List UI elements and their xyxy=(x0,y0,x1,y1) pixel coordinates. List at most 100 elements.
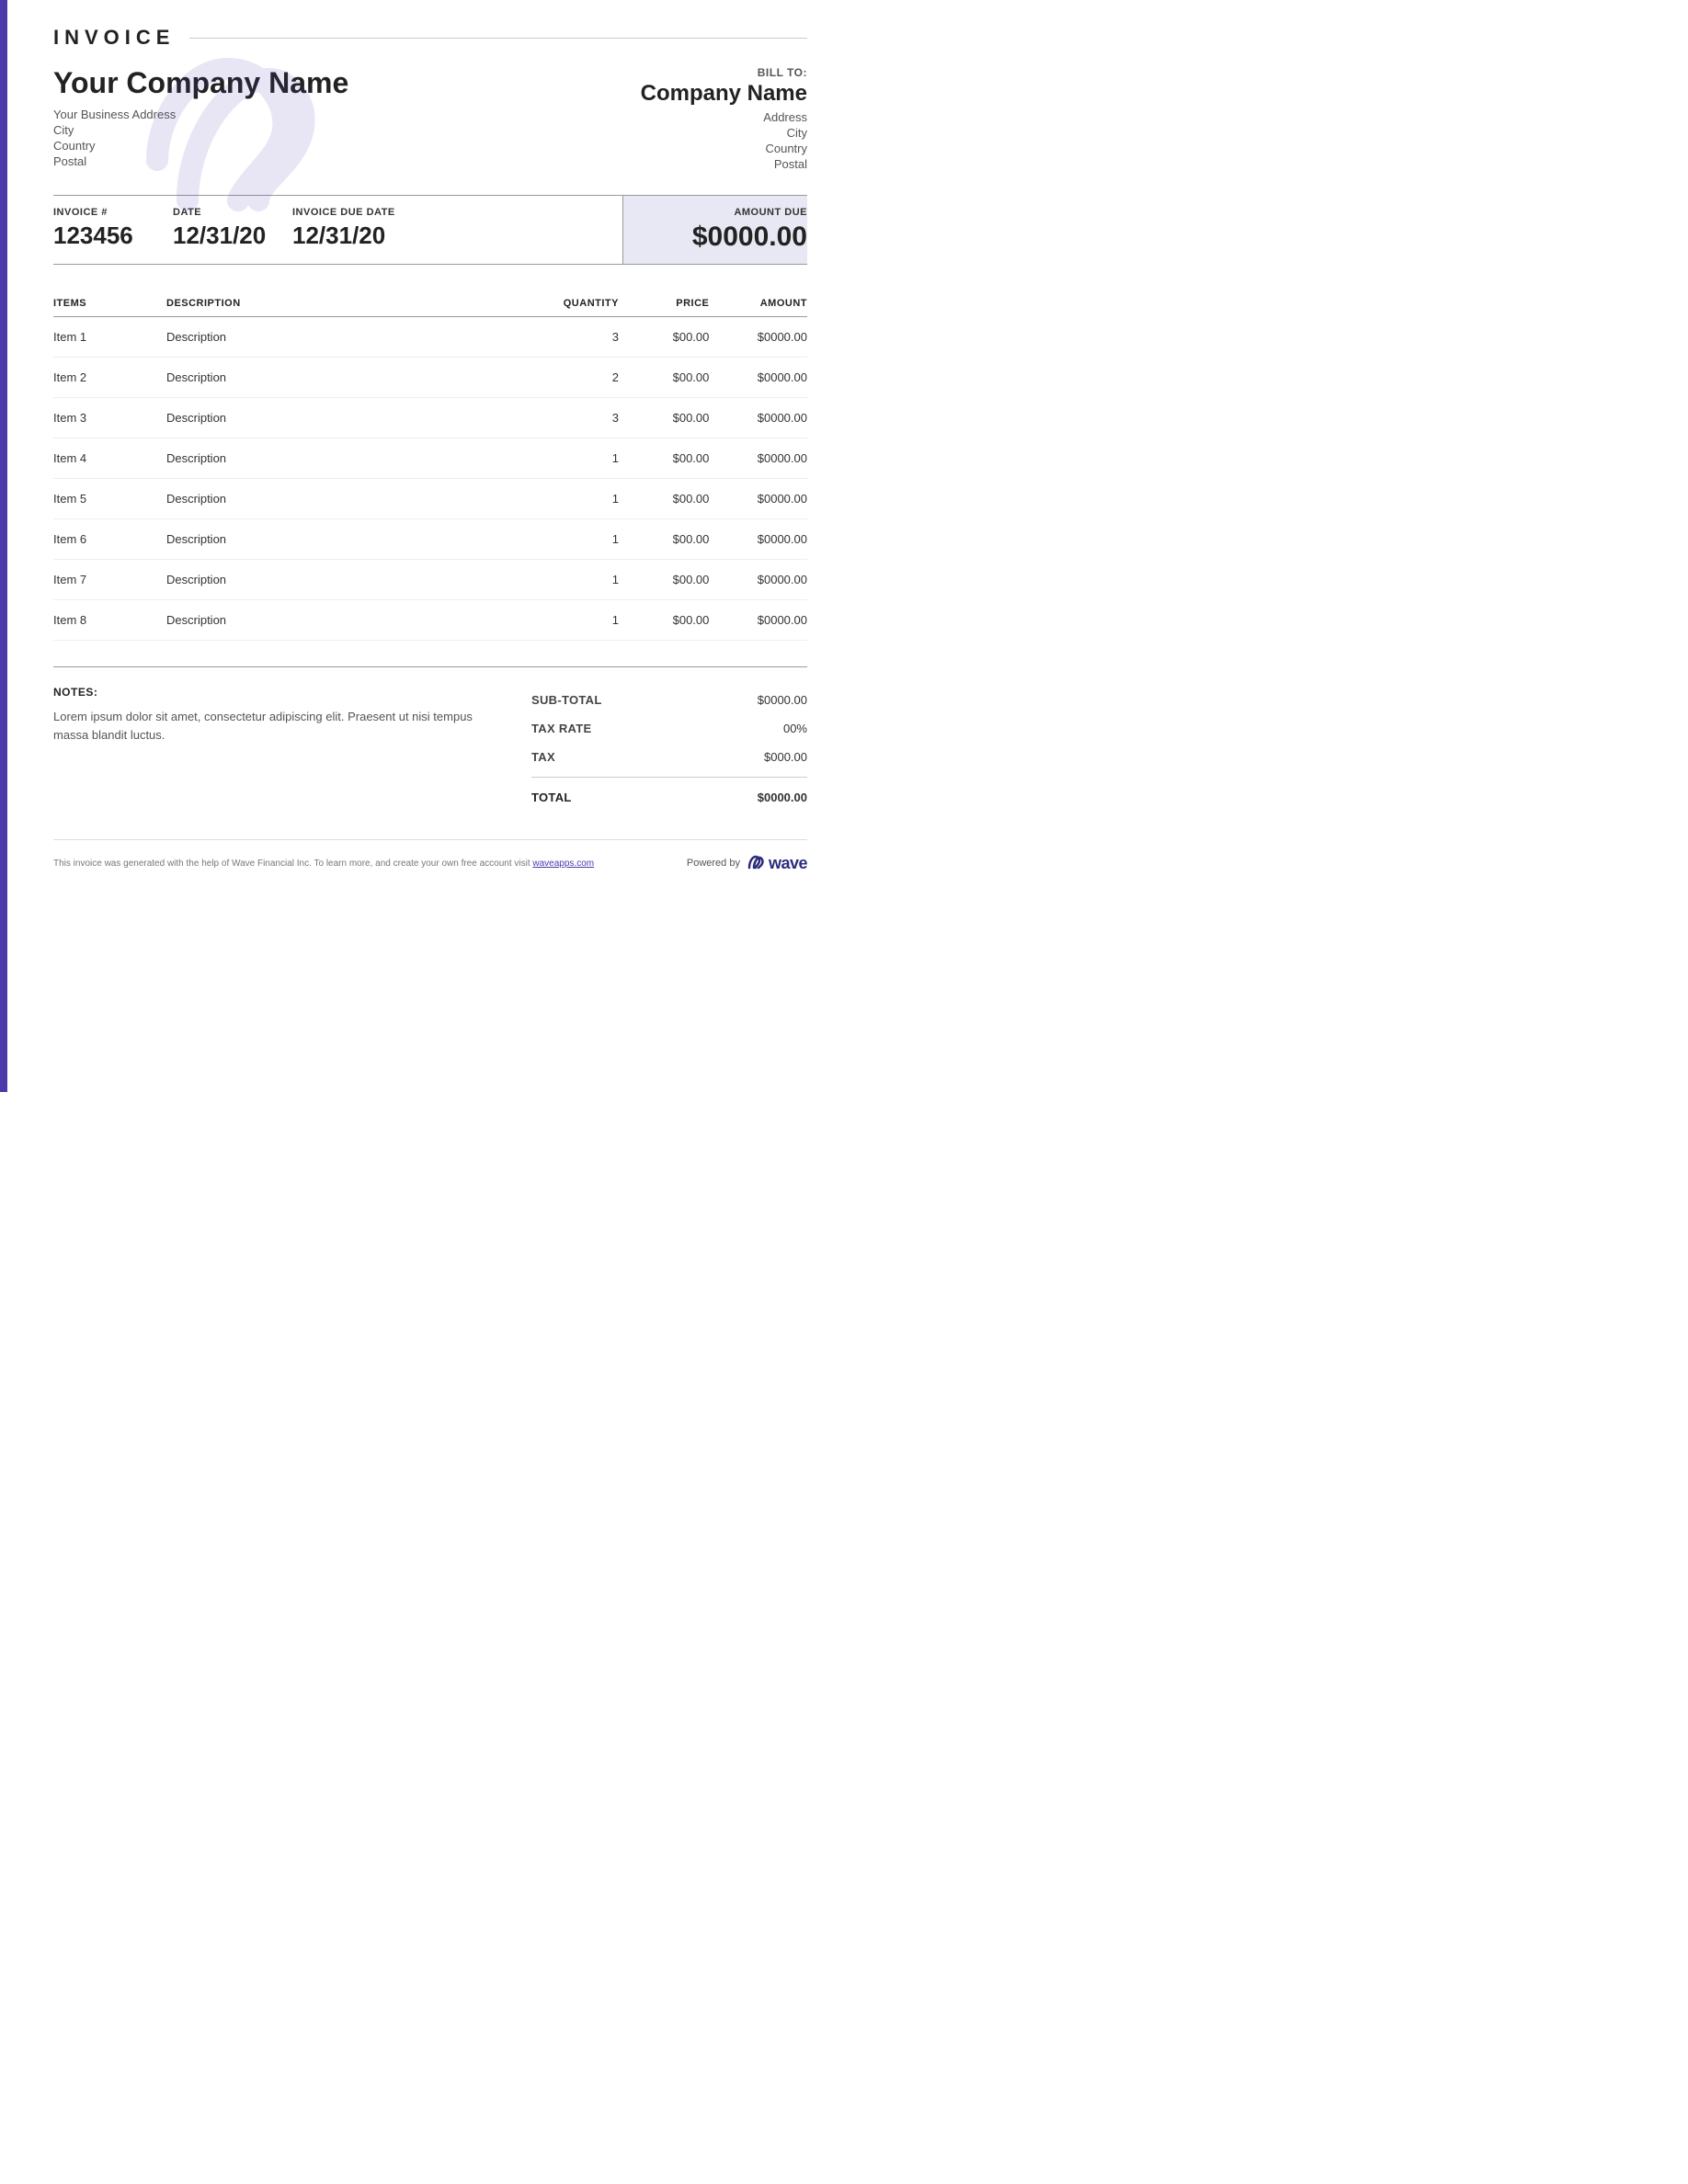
row-desc-7: Description xyxy=(166,600,529,641)
wave-icon xyxy=(746,853,766,873)
row-amount-5: $0000.00 xyxy=(709,519,807,560)
header-quantity: QUANTITY xyxy=(529,290,619,317)
row-item-1: Item 2 xyxy=(53,358,166,398)
table-row: Item 8 Description 1 $00.00 $0000.00 xyxy=(53,600,807,641)
row-item-0: Item 1 xyxy=(53,317,166,358)
tax-row: TAX $000.00 xyxy=(531,743,807,771)
row-qty-0: 3 xyxy=(529,317,619,358)
notes-text: Lorem ipsum dolor sit amet, consectetur … xyxy=(53,708,495,744)
row-amount-1: $0000.00 xyxy=(709,358,807,398)
footer-section: NOTES: Lorem ipsum dolor sit amet, conse… xyxy=(53,666,807,812)
tax-rate-row: TAX RATE 00% xyxy=(531,714,807,743)
row-item-4: Item 5 xyxy=(53,479,166,519)
tax-label: TAX xyxy=(531,750,555,764)
table-header-row: ITEMS DESCRIPTION QUANTITY PRICE AMOUNT xyxy=(53,290,807,317)
powered-by: Powered by wave xyxy=(687,853,807,873)
notes-section: NOTES: Lorem ipsum dolor sit amet, conse… xyxy=(53,686,531,812)
row-qty-6: 1 xyxy=(529,560,619,600)
meta-date-label: DATE xyxy=(173,207,270,218)
row-desc-4: Description xyxy=(166,479,529,519)
footer-text-content: This invoice was generated with the help… xyxy=(53,859,530,869)
company-postal: Postal xyxy=(53,154,623,168)
tax-rate-value: 00% xyxy=(783,722,807,735)
row-qty-3: 1 xyxy=(529,438,619,479)
row-desc-6: Description xyxy=(166,560,529,600)
bill-to-company: Company Name xyxy=(623,81,807,107)
meta-invoice-number-label: INVOICE # xyxy=(53,207,151,218)
meta-left: INVOICE # 123456 DATE 12/31/20 INVOICE D… xyxy=(53,196,623,264)
table-row: Item 5 Description 1 $00.00 $0000.00 xyxy=(53,479,807,519)
table-row: Item 4 Description 1 $00.00 $0000.00 xyxy=(53,438,807,479)
tax-rate-label: TAX RATE xyxy=(531,722,591,735)
notes-label: NOTES: xyxy=(53,686,495,699)
row-qty-4: 1 xyxy=(529,479,619,519)
bill-to-postal: Postal xyxy=(623,157,807,171)
invoice-title: INVOICE xyxy=(53,26,175,50)
row-qty-5: 1 xyxy=(529,519,619,560)
page-footer: This invoice was generated with the help… xyxy=(53,839,807,873)
subtotal-value: $0000.00 xyxy=(758,693,807,707)
bill-to-country: Country xyxy=(623,142,807,155)
row-price-4: $00.00 xyxy=(619,479,709,519)
company-country: Country xyxy=(53,139,623,153)
meta-date-value: 12/31/20 xyxy=(173,222,270,250)
totals-divider xyxy=(531,777,807,778)
company-name: Your Company Name xyxy=(53,66,623,100)
row-item-3: Item 4 xyxy=(53,438,166,479)
meta-due-date-label: INVOICE DUE DATE xyxy=(292,207,395,218)
row-amount-7: $0000.00 xyxy=(709,600,807,641)
invoice-title-line xyxy=(189,38,807,39)
table-row: Item 6 Description 1 $00.00 $0000.00 xyxy=(53,519,807,560)
invoice-meta: INVOICE # 123456 DATE 12/31/20 INVOICE D… xyxy=(53,195,807,265)
row-price-2: $00.00 xyxy=(619,398,709,438)
row-amount-2: $0000.00 xyxy=(709,398,807,438)
row-amount-0: $0000.00 xyxy=(709,317,807,358)
meta-amount-due-value: $0000.00 xyxy=(692,222,807,253)
row-price-6: $00.00 xyxy=(619,560,709,600)
table-row: Item 1 Description 3 $00.00 $0000.00 xyxy=(53,317,807,358)
table-row: Item 3 Description 3 $00.00 $0000.00 xyxy=(53,398,807,438)
meta-due-date: INVOICE DUE DATE 12/31/20 xyxy=(292,196,417,264)
table-row: Item 7 Description 1 $00.00 $0000.00 xyxy=(53,560,807,600)
company-address: Your Business Address xyxy=(53,108,623,121)
row-price-3: $00.00 xyxy=(619,438,709,479)
row-amount-6: $0000.00 xyxy=(709,560,807,600)
footer-link[interactable]: waveapps.com xyxy=(532,859,594,869)
company-city: City xyxy=(53,123,623,137)
row-item-7: Item 8 xyxy=(53,600,166,641)
subtotal-row: SUB-TOTAL $0000.00 xyxy=(531,686,807,714)
totals-section: SUB-TOTAL $0000.00 TAX RATE 00% TAX $000… xyxy=(531,686,807,812)
bill-to-section: BILL TO: Company Name Address City Count… xyxy=(623,66,807,173)
wave-logo-text: wave xyxy=(769,854,807,873)
row-qty-2: 3 xyxy=(529,398,619,438)
row-item-2: Item 3 xyxy=(53,398,166,438)
tax-value: $000.00 xyxy=(764,750,807,764)
row-price-5: $00.00 xyxy=(619,519,709,560)
total-row: TOTAL $0000.00 xyxy=(531,783,807,812)
row-item-6: Item 7 xyxy=(53,560,166,600)
total-label: TOTAL xyxy=(531,791,572,804)
row-desc-3: Description xyxy=(166,438,529,479)
row-price-0: $00.00 xyxy=(619,317,709,358)
row-price-1: $00.00 xyxy=(619,358,709,398)
row-desc-2: Description xyxy=(166,398,529,438)
accent-bar xyxy=(0,0,7,1092)
meta-due-date-value: 12/31/20 xyxy=(292,222,395,250)
company-bill-section: Your Company Name Your Business Address … xyxy=(53,66,807,173)
powered-by-text: Powered by xyxy=(687,858,740,869)
row-desc-1: Description xyxy=(166,358,529,398)
header-description: DESCRIPTION xyxy=(166,290,529,317)
row-amount-3: $0000.00 xyxy=(709,438,807,479)
meta-amount-due: AMOUNT DUE $0000.00 xyxy=(623,196,807,264)
row-desc-0: Description xyxy=(166,317,529,358)
header-price: PRICE xyxy=(619,290,709,317)
table-row: Item 2 Description 2 $00.00 $0000.00 xyxy=(53,358,807,398)
meta-amount-due-label: AMOUNT DUE xyxy=(645,207,807,218)
bill-to-city: City xyxy=(623,126,807,140)
footer-text: This invoice was generated with the help… xyxy=(53,859,594,869)
meta-date: DATE 12/31/20 xyxy=(173,196,292,264)
items-table: ITEMS DESCRIPTION QUANTITY PRICE AMOUNT … xyxy=(53,290,807,641)
row-qty-7: 1 xyxy=(529,600,619,641)
row-desc-5: Description xyxy=(166,519,529,560)
total-value: $0000.00 xyxy=(758,791,807,804)
